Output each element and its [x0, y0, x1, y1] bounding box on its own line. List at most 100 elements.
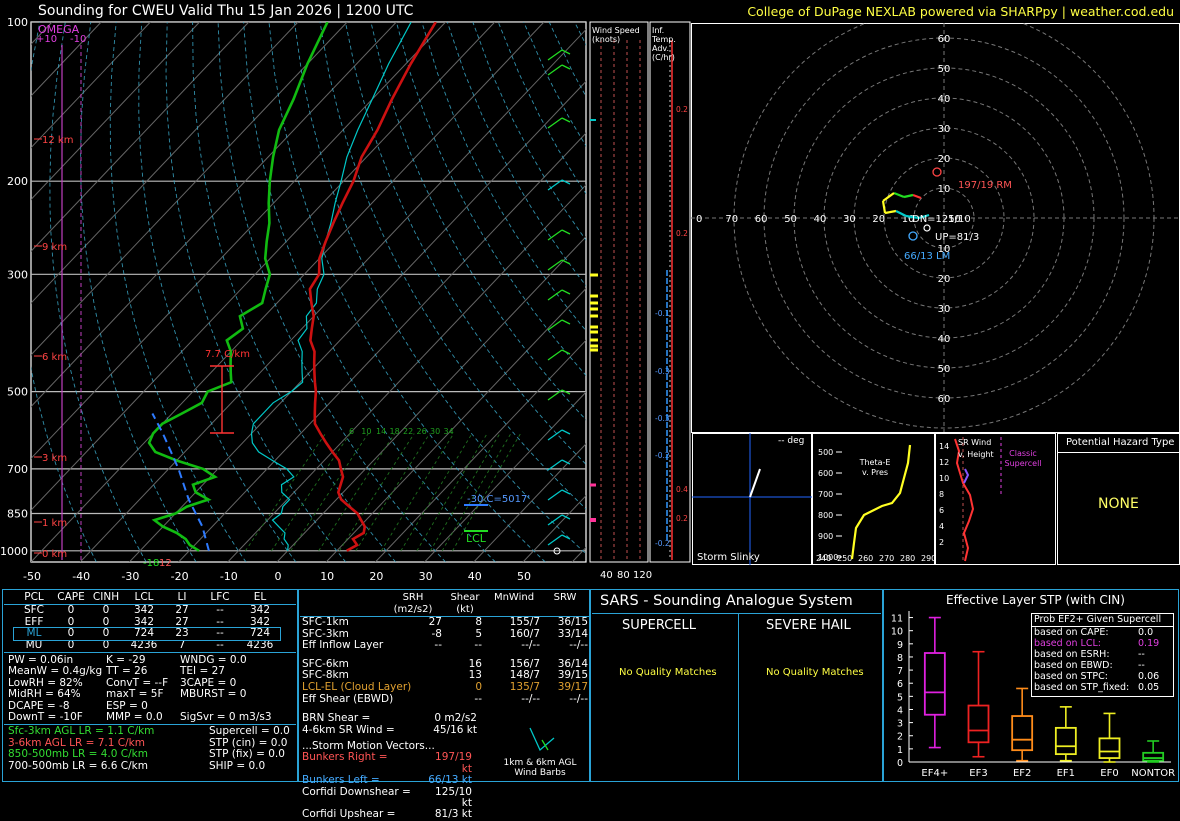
- prob-title: Prob EF2+ Given Supercell: [1034, 614, 1162, 625]
- storm-motion-row: Corfidi Downshear = 125/10 kt: [302, 785, 588, 810]
- hodograph-ring-label: 30: [938, 304, 951, 315]
- left-mover-label: 66/13 LM: [904, 251, 950, 262]
- parcel-cell: --: [216, 638, 224, 651]
- kinematics-table: SRH (m2/s2) Shear (kt) MnWind SRW SFC-1km 27 8…: [300, 592, 590, 820]
- kin-value: 8: [475, 616, 482, 628]
- hodograph-axis-label: 30: [843, 214, 856, 225]
- stp-category-label: EF4+: [921, 768, 948, 779]
- calm-wind-circle: [553, 547, 561, 555]
- kin-barb: [541, 739, 549, 751]
- hodograph-axis-label: 40: [814, 214, 827, 225]
- prob-label: based on STP_fixed:: [1034, 682, 1130, 693]
- prob-value: --: [1138, 649, 1145, 660]
- wind-barb-flag: [561, 459, 571, 465]
- parcel-cell: 0: [102, 638, 110, 651]
- storm-motion-value: 125/10 kt: [435, 785, 472, 809]
- upshear-label: UP=81/3: [935, 232, 979, 243]
- kin-barb: [529, 727, 555, 752]
- prob-value: 0.05: [1138, 682, 1160, 693]
- stp-category-label: EF3: [969, 768, 987, 779]
- prob-row: based on STP_fixed: 0.05: [1034, 682, 1172, 693]
- wind-barb: [547, 349, 563, 361]
- stp-category-label: NONTOR: [1131, 768, 1175, 779]
- wind-speed-frame: [589, 21, 649, 563]
- thetae-temp-label: 260: [858, 554, 873, 563]
- wind-barb-flag: [561, 49, 571, 55]
- thetae-pres-label: 800: [818, 511, 833, 520]
- parcel-header: PCL: [24, 591, 44, 603]
- hodograph[interactable]: 1010202030304040505060600 70 60 50 40 30 20 10 1…: [691, 23, 1180, 433]
- srw46-label: 4-6km SR Wind =: [302, 723, 395, 736]
- thetae-title: Theta-E v. Pres: [859, 458, 891, 477]
- hodograph-axis-label: 60: [755, 214, 768, 225]
- srwind-title: SR Wind v. Height: [958, 438, 994, 459]
- hodograph-ring-label: 20: [938, 154, 951, 165]
- parcel-cell: 4236: [246, 638, 274, 651]
- stp-y-label: 1: [897, 745, 903, 756]
- thermo-index: DownT = -10F: [8, 711, 83, 724]
- parcel-header: CAPE: [57, 591, 85, 603]
- stp-category-label: EF0: [1100, 768, 1118, 779]
- downshear-label: DN=125/10: [912, 214, 971, 225]
- thetae-pres-label: 500: [818, 448, 833, 457]
- prob-label: based on LCL:: [1034, 638, 1101, 649]
- prob-row: based on ESRH: --: [1034, 649, 1172, 660]
- composite-row: SHIP = 0.0: [209, 759, 266, 772]
- wind-barb-flag: [561, 429, 571, 435]
- slinky-title: Storm Slinky: [697, 552, 760, 563]
- stp-box: [923, 652, 946, 716]
- hazard-title: Potential Hazard Type: [1066, 437, 1175, 448]
- kin-value: --/--: [569, 692, 588, 705]
- parcel-row: SFC 0 0 342 27 -- 342: [14, 604, 280, 617]
- parcel-table-rule-2: [4, 652, 296, 653]
- wind-barb: [547, 429, 563, 441]
- thetae-temp-label: 270: [879, 554, 894, 563]
- wind-barb-flag: [561, 349, 571, 355]
- kin-value: --: [474, 639, 482, 652]
- prob-value: 0.06: [1138, 671, 1160, 682]
- parcel-header: LCL: [134, 591, 154, 603]
- storm-motion-value: 81/3 kt: [434, 808, 472, 821]
- kin-value: 39/17: [557, 680, 588, 693]
- stp-y-label: 5: [897, 692, 903, 703]
- wind-barb: [547, 229, 563, 241]
- slinky-deg: -- deg: [778, 436, 805, 446]
- thetae-pres-label: 700: [818, 490, 833, 499]
- srw46-value: 45/16 kt: [433, 723, 477, 736]
- stp-y-label: 7: [897, 666, 903, 677]
- hazard-divider: [1058, 452, 1179, 453]
- wind-barb: [547, 319, 563, 331]
- srwind-height-label: 4: [939, 522, 944, 531]
- prob-label: based on STPC:: [1034, 671, 1108, 682]
- kin-header: MnWind: [493, 592, 535, 603]
- wind-barb-flag: [561, 179, 571, 185]
- kin-row: LCL-EL (Cloud Layer) 0 135/7 39/17: [302, 680, 588, 694]
- parcel-cell: 7: [178, 638, 186, 651]
- wind-barb: [547, 289, 563, 301]
- stp-y-label: 2: [897, 732, 903, 743]
- hodograph-ring-label: 50: [938, 64, 951, 75]
- prob-value: --: [1138, 660, 1145, 671]
- stp-y-label: 9: [897, 640, 903, 651]
- thermo-row: DownT = -10F MMP = 0.0 SigSvr = 0 m3/s3: [8, 711, 290, 724]
- hodograph-ring-label: 10: [938, 184, 951, 195]
- slinky-frame: [692, 433, 812, 565]
- storm-motion-label: Bunkers Left =: [302, 774, 380, 787]
- wind-barb-flag: [561, 319, 571, 325]
- wind-barb-flag: [561, 389, 571, 395]
- stp-category-label: EF1: [1057, 768, 1075, 779]
- kin-value: 0: [475, 680, 482, 693]
- kin-value: --: [434, 639, 442, 652]
- kin-row: SFC-1km 27 8 155/7 36/15: [302, 616, 588, 629]
- hodograph-axis-label: 70: [725, 214, 738, 225]
- composite-indices: Supercell = 0.0 STP (cin) = 0.0 STP (fix) …: [209, 725, 290, 772]
- sars-hail-msg: No Quality Matches: [766, 667, 864, 678]
- parcel-cell: 0: [102, 604, 110, 616]
- prob-row: based on STPC: 0.06: [1034, 671, 1172, 682]
- storm-motion-value: 197/19 kt: [435, 751, 472, 775]
- parcel-cell: 342: [133, 604, 155, 616]
- kin-row: Eff Shear (EBWD) -- --/-- --/--: [302, 692, 588, 706]
- lapse-rates: Sfc-3km AGL LR = 1.1 C/km 3-6km AGL LR = …: [8, 725, 154, 772]
- hazard-value: NONE: [1098, 496, 1139, 512]
- wind-speed-tick-120: 120: [633, 570, 653, 581]
